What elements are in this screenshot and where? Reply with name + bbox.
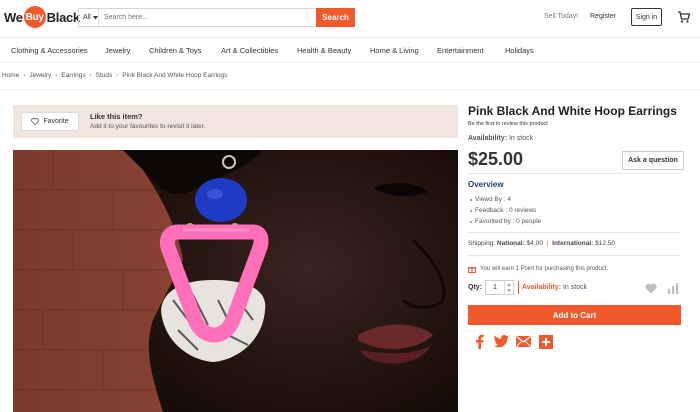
email-icon[interactable] <box>516 334 531 349</box>
chevron-right-icon: › <box>116 72 119 79</box>
share-icons <box>472 334 553 349</box>
search-category-value: All <box>83 14 91 21</box>
national-value: $4.00 <box>526 240 543 247</box>
qty-label: Qty: <box>468 284 482 291</box>
availability2-label: Availability: <box>522 284 562 291</box>
review-link[interactable]: Be the first to review this product <box>468 121 548 127</box>
favorite-button-label: Favorite <box>43 118 69 125</box>
overview-list: Viewd By : 4 Feedback : 0 reviews Favori… <box>470 194 541 227</box>
add-to-cart-button[interactable]: Add to Cart <box>468 305 681 325</box>
cart-icon[interactable] <box>677 10 691 24</box>
product-title: Pink Black And White Hoop Earrings <box>468 104 677 118</box>
availability2-value: In stock <box>562 284 588 291</box>
nav-item-art[interactable]: Art & Collectibles <box>221 46 278 55</box>
national-label: National: <box>496 240 525 247</box>
bullet-icon <box>470 220 472 223</box>
divider <box>0 89 700 90</box>
site-logo[interactable]: We Buy Black <box>4 6 80 28</box>
bullet-icon <box>470 209 472 212</box>
overview-item: Feedback : 0 reviews <box>470 205 541 216</box>
bar-chart-icon[interactable] <box>667 282 679 294</box>
logo-mark: We Buy Black <box>4 6 80 28</box>
chevron-right-icon: › <box>55 72 58 79</box>
breadcrumb-earrings[interactable]: Earrings <box>61 72 85 79</box>
product-photo <box>13 150 458 412</box>
overview-title: Overview <box>468 180 504 189</box>
nav-item-children[interactable]: Children & Toys <box>149 46 201 55</box>
overview-views: Viewd By : 4 <box>475 196 512 203</box>
product-image[interactable] <box>13 150 458 412</box>
shipping-label: Shipping: <box>468 240 496 247</box>
international-value: $12.50 <box>595 240 616 247</box>
caret-down-icon <box>92 15 98 19</box>
nav-item-home[interactable]: Home & Living <box>370 46 419 55</box>
shipping-info: Shipping: National: $4.00 | Internationa… <box>468 240 615 247</box>
availability-secondary: Availability: In stock <box>522 284 587 291</box>
logo-text-buy: Buy <box>23 6 46 28</box>
twitter-icon[interactable] <box>494 334 509 349</box>
header: We Buy Black All Search Sell Today! Regi… <box>0 0 700 36</box>
nav-item-entertainment[interactable]: Entertainment <box>437 46 484 55</box>
sell-today-link[interactable]: Sell Today! <box>544 13 578 20</box>
breadcrumb-home[interactable]: Home <box>2 72 19 79</box>
product-price: $25.00 <box>468 149 524 169</box>
chevron-down-icon[interactable]: ▼ <box>507 288 512 294</box>
search-category-select[interactable]: All <box>79 9 99 26</box>
breadcrumb: Home › Jewelry › Earrings › Studs › Pink… <box>2 72 227 79</box>
breadcrumb-current: Pink Black And White Hoop Earrings <box>122 72 228 79</box>
qty-arrows[interactable]: ▲ ▼ <box>504 281 513 294</box>
heart-icon[interactable] <box>645 283 657 294</box>
divider <box>468 173 681 174</box>
gift-icon <box>468 267 476 273</box>
search-bar: All Search <box>78 8 355 27</box>
facebook-icon[interactable] <box>472 334 487 349</box>
overview-item: Favorited by : 0 people <box>470 216 541 227</box>
nav-item-jewelry[interactable]: Jewelry <box>105 46 130 55</box>
heart-outline-icon <box>31 118 40 125</box>
reward-points: You will earn 1 Point for purchasing thi… <box>468 265 608 273</box>
logo-text-we: We <box>4 9 23 25</box>
chevron-right-icon: › <box>89 72 92 79</box>
overview-item: Viewd By : 4 <box>470 194 541 205</box>
register-link[interactable]: Register <box>590 13 616 20</box>
sign-in-button[interactable]: Sign in <box>631 8 662 26</box>
favorite-subtitle: Add it to your favourites to revisit it … <box>90 123 206 130</box>
quantity-stepper[interactable]: 1 ▲ ▼ <box>485 280 514 295</box>
breadcrumb-studs[interactable]: Studs <box>96 72 113 79</box>
bullet-icon <box>470 198 472 201</box>
quantity-value[interactable]: 1 <box>486 281 504 294</box>
availability: Availability: In stock <box>468 135 533 142</box>
availability-label: Availability: <box>468 135 508 142</box>
favorite-banner: Favorite Like this item? Add it to your … <box>13 105 458 138</box>
nav-item-health[interactable]: Health & Beauty <box>297 46 351 55</box>
search-button[interactable]: Search <box>316 8 355 27</box>
nav-item-holidays[interactable]: Holidays <box>505 46 534 55</box>
divider <box>518 281 519 294</box>
logo-text-black: Black <box>46 9 81 25</box>
overview-feedback: Feedback : 0 reviews <box>475 207 537 214</box>
points-text: You will earn 1 Point for purchasing thi… <box>480 266 609 272</box>
nav-item-clothing[interactable]: Clothing & Accessories <box>11 46 88 55</box>
international-label: International: <box>552 240 594 247</box>
plus-icon[interactable] <box>538 334 553 349</box>
divider <box>468 232 681 233</box>
breadcrumb-jewelry[interactable]: Jewelry <box>29 72 51 79</box>
availability-value: In stock <box>508 135 534 142</box>
favorite-button[interactable]: Favorite <box>21 112 79 131</box>
divider <box>468 255 681 256</box>
separator: | <box>546 240 549 247</box>
category-nav: Clothing & Accessories Jewelry Children … <box>0 37 700 63</box>
overview-favorited: Favorited by : 0 people <box>475 218 542 225</box>
ask-question-button[interactable]: Ask a question <box>622 151 684 170</box>
chevron-right-icon: › <box>23 72 26 79</box>
favorite-title: Like this item? <box>90 112 143 121</box>
